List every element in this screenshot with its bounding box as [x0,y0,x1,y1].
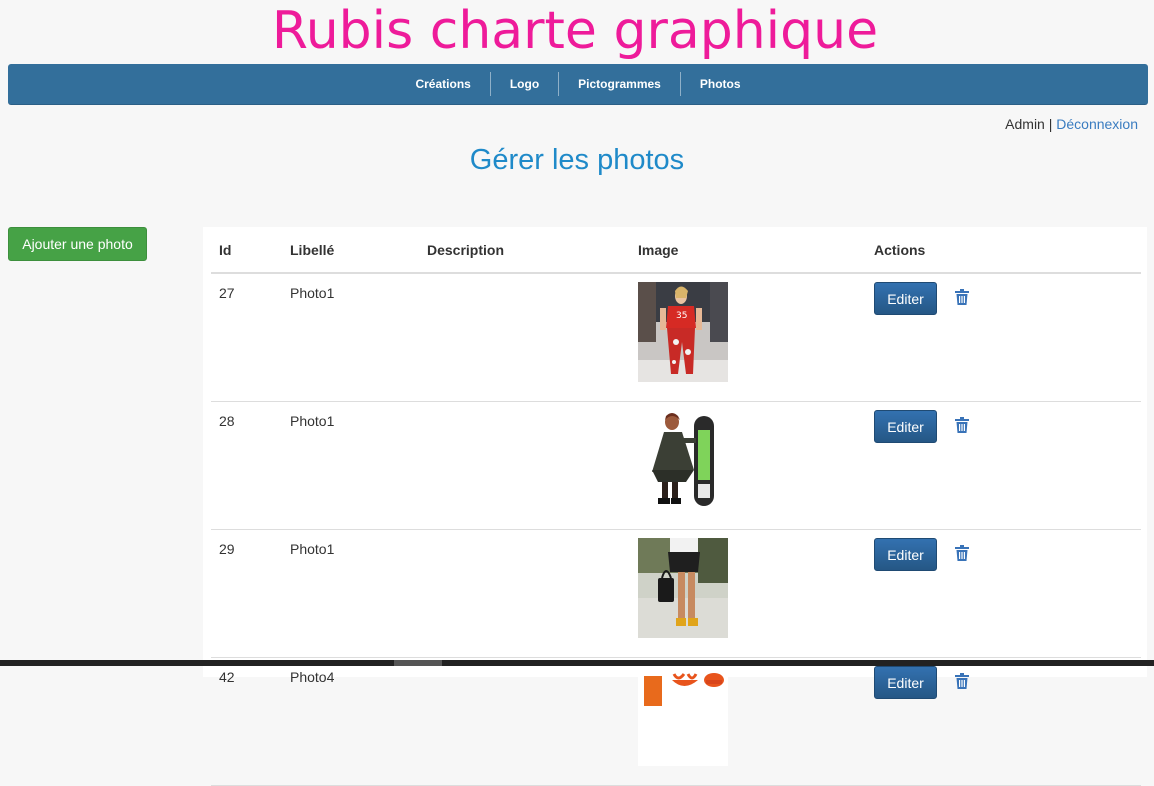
cell-label: Photo1 [282,529,419,658]
cell-description [419,657,630,786]
cell-description [419,529,630,658]
cell-image [630,401,866,530]
photo-thumbnail-snowboard [638,410,728,510]
cell-image [630,657,866,786]
photo-thumbnail-runway-model: 35 [638,282,728,382]
cell-id: 29 [211,529,282,658]
photo-thumbnail-orange-items [638,666,728,766]
column-header-actions: Actions [866,227,1141,274]
cell-actions: Editer [866,273,1141,402]
trash-icon[interactable] [954,545,969,564]
cell-id: 28 [211,401,282,530]
user-bar: Admin | Déconnexion [1005,116,1138,132]
photos-table-panel: Id Libellé Description Image Actions 27 … [203,227,1147,786]
cell-label: Photo1 [282,273,419,402]
cell-actions: Editer [866,401,1141,530]
trash-icon[interactable] [954,289,969,308]
nav-item-logo[interactable]: Logo [491,64,558,104]
cell-description [419,401,630,530]
column-header-description: Description [419,227,630,274]
cell-id: 27 [211,273,282,402]
nav-item-pictogrammes[interactable]: Pictogrammes [559,64,680,104]
edit-button[interactable]: Editer [874,666,937,699]
page-title: Gérer les photos [469,144,685,176]
nav-item-creations[interactable]: Créations [396,64,489,104]
cell-description [419,273,630,402]
svg-text:35: 35 [676,311,687,321]
cell-image [630,529,866,658]
add-photo-button[interactable]: Ajouter une photo [8,227,147,261]
cell-label: Photo4 [282,657,419,786]
edit-button[interactable]: Editer [874,410,937,443]
user-separator: | [1048,116,1053,132]
logout-link[interactable]: Déconnexion [1056,116,1138,132]
nav-item-photos[interactable]: Photos [681,64,760,104]
cell-id: 42 [211,657,282,786]
cell-image: 35 [630,273,866,402]
table-row: 29 Photo1 Editer [211,529,1141,658]
table-row: 28 Photo1 Editer [211,401,1141,530]
edit-button[interactable]: Editer [874,282,937,315]
edit-button[interactable]: Editer [874,538,937,571]
cell-actions: Editer [866,657,1141,786]
table-row: 42 Photo4 Editer [211,657,1141,786]
trash-icon[interactable] [954,673,969,692]
table-row: 27 Photo1 35 Editer [211,273,1141,402]
cell-label: Photo1 [282,401,419,530]
column-header-id: Id [211,227,282,274]
horizontal-scrollbar[interactable] [0,660,1154,666]
cell-actions: Editer [866,529,1141,658]
user-name: Admin [1005,116,1045,132]
site-title: Rubis charte graphique [271,1,879,61]
scrollbar-thumb[interactable] [394,660,442,666]
trash-icon[interactable] [954,417,969,436]
table-header-row: Id Libellé Description Image Actions [211,227,1141,274]
photo-thumbnail-street-style [638,538,728,638]
photos-table: Id Libellé Description Image Actions 27 … [211,227,1141,786]
column-header-label: Libellé [282,227,419,274]
column-header-image: Image [630,227,866,274]
main-navbar: Créations Logo Pictogrammes Photos [8,64,1148,105]
